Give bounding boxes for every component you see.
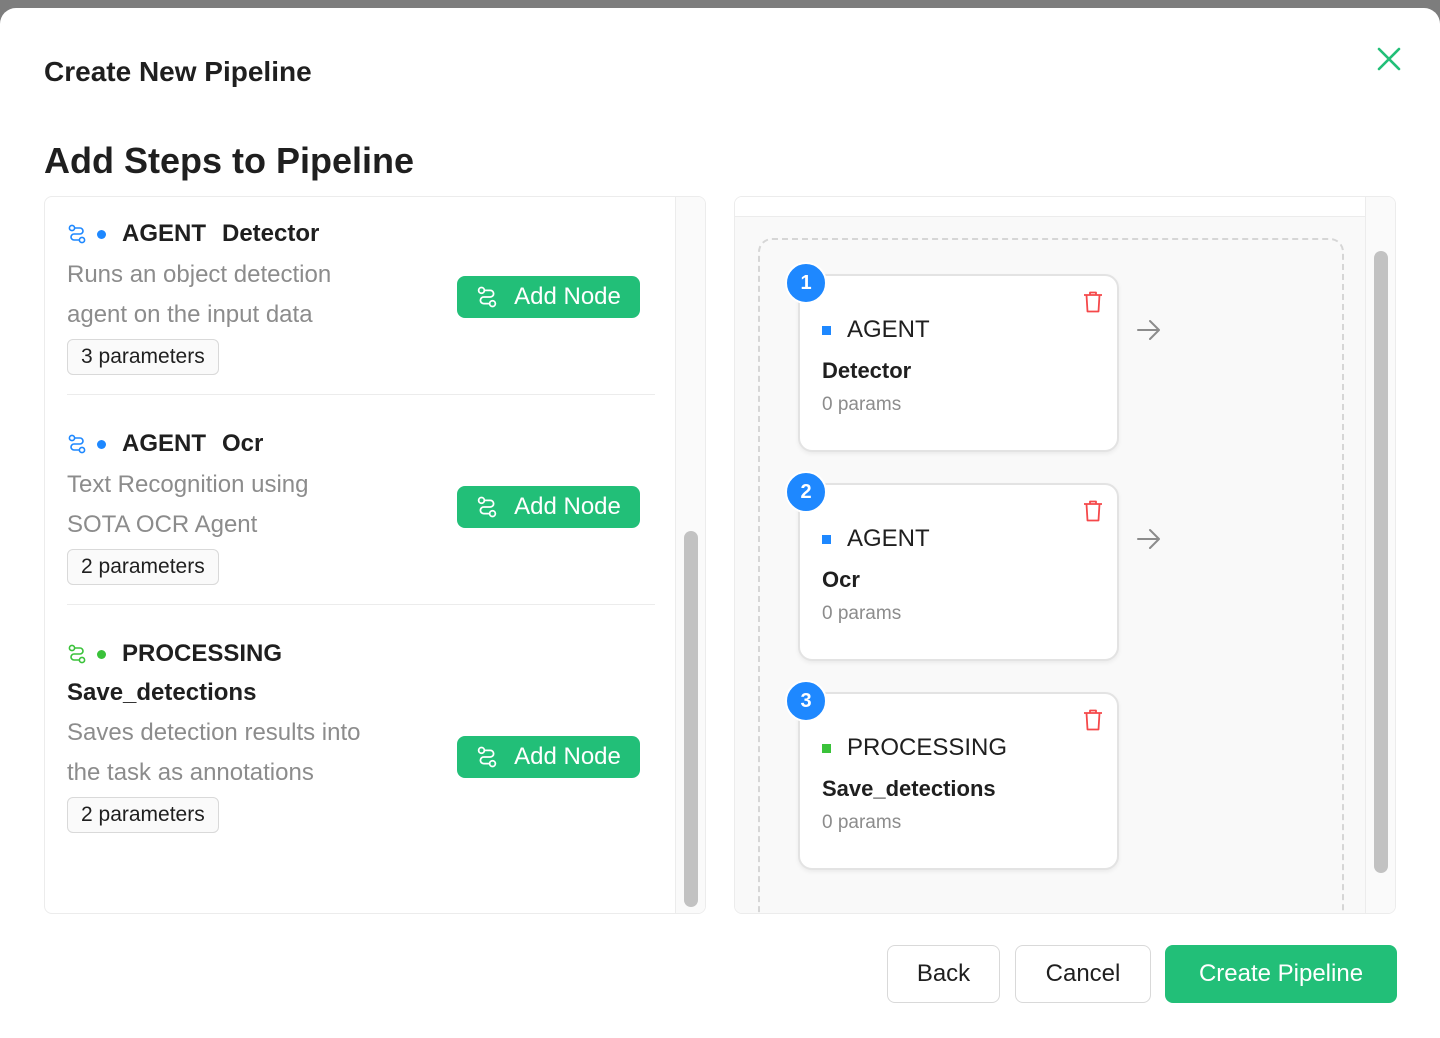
flow-icon [67,434,87,454]
node-type: AGENT [122,220,206,247]
flow-icon [67,644,87,664]
add-node-button-save-detections[interactable]: Add Node [457,736,640,778]
modal-title: Create New Pipeline [44,56,312,87]
step-type: AGENT [822,316,930,344]
add-node-label: Add Node [514,283,621,310]
node-item-detector: AGENT Detector Runs an object detection … [67,219,655,375]
add-node-label: Add Node [514,743,621,770]
parameters-tag: 2 parameters [67,797,219,833]
delete-step-button[interactable] [1082,290,1104,314]
node-name: Detector [222,220,320,247]
trash-icon[interactable] [1082,499,1104,523]
node-type: AGENT [122,430,206,457]
node-name: Ocr [222,430,264,457]
status-dot [822,325,831,335]
divider [67,604,655,605]
flow-icon [67,224,87,244]
pipeline-step-card[interactable]: AGENT Ocr 0 params [798,483,1119,661]
add-node-button-ocr[interactable]: Add Node [457,486,640,528]
step-number-badge: 3 [785,680,827,722]
step-type-label: PROCESSING [847,734,1008,761]
step-number-badge: 2 [785,471,827,513]
step-name: Save_detections [822,776,996,801]
pipeline-canvas: AGENT Detector 0 params 1 AGENT Ocr 0 pa… [735,217,1367,913]
scrollbar-thumb[interactable] [1374,251,1388,873]
node-item-ocr: AGENT Ocr Text Recognition using SOTA OC… [67,429,655,585]
node-type: PROCESSING [122,640,283,667]
status-dot [822,534,831,544]
add-node-label: Add Node [514,493,621,520]
parameters-tag: 3 parameters [67,339,219,375]
flow-icon [476,496,498,518]
close-icon[interactable] [1376,46,1402,72]
canvas-toolbar [735,197,1367,217]
section-title: Add Steps to Pipeline [44,140,415,181]
step-type-label: AGENT [847,525,930,552]
close-button[interactable] [1372,42,1406,76]
arrow-right-icon [1134,315,1164,345]
trash-icon[interactable] [1082,708,1104,732]
step-params: 0 params [822,812,902,833]
divider [67,394,655,395]
pipeline-step-card[interactable]: PROCESSING Save_detections 0 params [798,692,1119,870]
status-dot [97,229,106,239]
step-params: 0 params [822,603,902,624]
scrollbar-track[interactable] [675,197,705,913]
parameters-tag: 2 parameters [67,549,219,585]
cancel-button[interactable]: Cancel [1015,945,1151,1003]
available-nodes-panel: AGENT Detector Runs an object detection … [44,196,706,914]
delete-step-button[interactable] [1082,708,1104,732]
trash-icon[interactable] [1082,290,1104,314]
step-name: Detector [822,358,912,383]
node-description: Saves detection results into the task as… [67,719,361,786]
pipeline-step-card[interactable]: AGENT Detector 0 params [798,274,1119,452]
flow-icon [476,746,498,768]
step-type: AGENT [822,525,930,553]
status-dot [97,439,106,449]
step-type: PROCESSING [822,734,1007,762]
step-params: 0 params [822,394,902,415]
node-name: Save_detections [67,679,257,706]
back-button[interactable]: Back [887,945,1000,1003]
add-node-button-detector[interactable]: Add Node [457,276,640,318]
node-description: Runs an object detection agent on the in… [67,261,332,328]
scrollbar-track[interactable] [1365,197,1395,913]
node-description: Text Recognition using SOTA OCR Agent [67,471,309,538]
step-type-label: AGENT [847,316,930,343]
step-name: Ocr [822,567,860,592]
create-pipeline-button[interactable]: Create Pipeline [1165,945,1397,1003]
node-item-save-detections: PROCESSING Save_detections Saves detecti… [67,639,655,833]
delete-step-button[interactable] [1082,499,1104,523]
status-dot [97,649,106,659]
step-number-badge: 1 [785,262,827,304]
flow-icon [476,286,498,308]
arrow-right-icon [1134,524,1164,554]
pipeline-canvas-panel: AGENT Detector 0 params 1 AGENT Ocr 0 pa… [734,196,1396,914]
scrollbar-thumb[interactable] [684,531,698,907]
status-dot [822,743,831,753]
